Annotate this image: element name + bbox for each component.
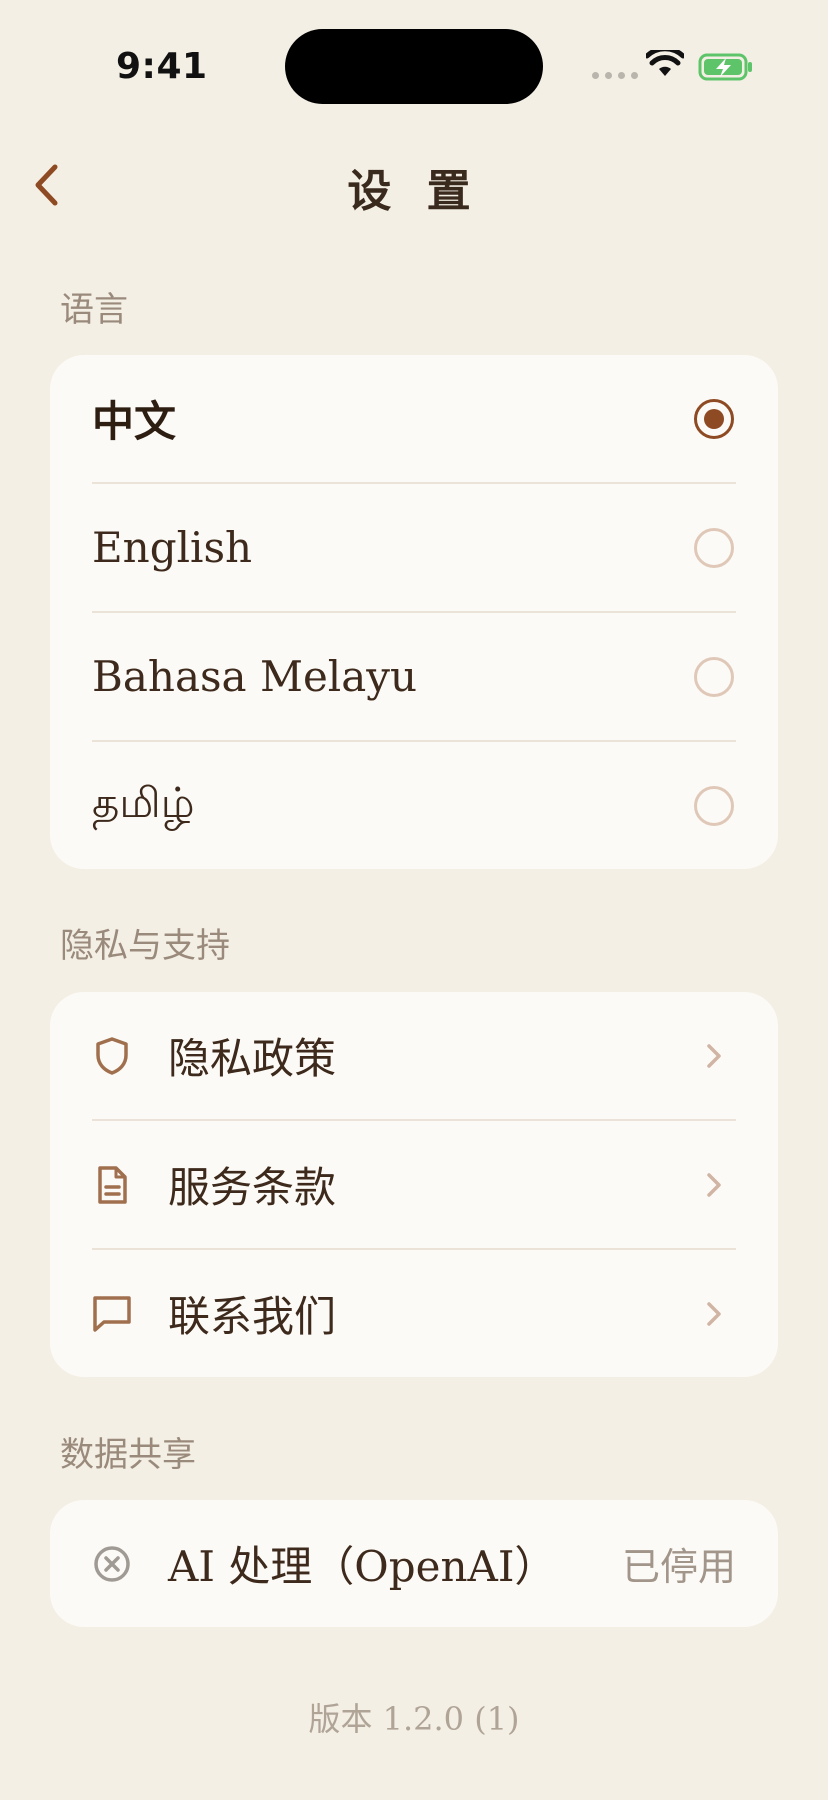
battery-icon: [698, 53, 752, 81]
contact-us-row[interactable]: 联系我们: [92, 1250, 736, 1377]
ai-processing-label: AI 处理（OpenAI）: [168, 1542, 557, 1591]
language-option-label: 中文: [92, 397, 177, 446]
chevron-right-icon: [702, 1299, 726, 1329]
privacy-policy-label: 隐私政策: [168, 1034, 337, 1083]
language-section-label: 语言: [60, 290, 128, 330]
dynamic-island: [285, 29, 543, 104]
privacy-policy-row[interactable]: 隐私政策: [92, 992, 736, 1121]
privacy-card: 隐私政策 服务条款 联系我们: [50, 992, 778, 1377]
radio-checked-icon[interactable]: [694, 398, 734, 439]
message-icon: [92, 1294, 132, 1334]
privacy-section-label: 隐私与支持: [60, 926, 230, 966]
radio-icon[interactable]: [694, 785, 734, 826]
version-text: 版本 1.2.0 (1): [308, 1700, 520, 1738]
radio-icon[interactable]: [694, 656, 734, 697]
status-bar: 9:41: [0, 0, 828, 120]
language-option-label: தமிழ்: [92, 778, 195, 827]
contact-us-label: 联系我们: [168, 1292, 337, 1341]
chevron-right-icon: [702, 1170, 726, 1200]
terms-of-service-label: 服务条款: [168, 1163, 337, 1212]
data-sharing-section-label: 数据共享: [60, 1435, 196, 1475]
language-option-label: Bahasa Melayu: [92, 652, 418, 701]
language-option-tamil[interactable]: தமிழ்: [92, 742, 736, 869]
language-option-english[interactable]: English: [92, 484, 736, 613]
page-title: 设 置: [347, 166, 481, 217]
language-option-malay[interactable]: Bahasa Melayu: [92, 613, 736, 742]
wifi-icon: [646, 50, 684, 76]
language-card: 中文 English Bahasa Melayu தமிழ்: [50, 355, 778, 869]
ai-processing-status: 已停用: [621, 1545, 736, 1589]
terms-of-service-row[interactable]: 服务条款: [92, 1121, 736, 1250]
language-option-chinese[interactable]: 中文: [92, 355, 736, 484]
signal-icon: [592, 72, 638, 79]
language-option-label: English: [92, 523, 253, 572]
close-circle-icon: [92, 1544, 132, 1584]
data-sharing-card: AI 处理（OpenAI） 已停用: [50, 1500, 778, 1627]
chevron-right-icon: [702, 1041, 726, 1071]
shield-icon: [92, 1036, 132, 1076]
status-time: 9:41: [116, 46, 208, 87]
radio-icon[interactable]: [694, 527, 734, 568]
ai-processing-row[interactable]: AI 处理（OpenAI） 已停用: [92, 1500, 736, 1627]
document-icon: [92, 1165, 132, 1205]
